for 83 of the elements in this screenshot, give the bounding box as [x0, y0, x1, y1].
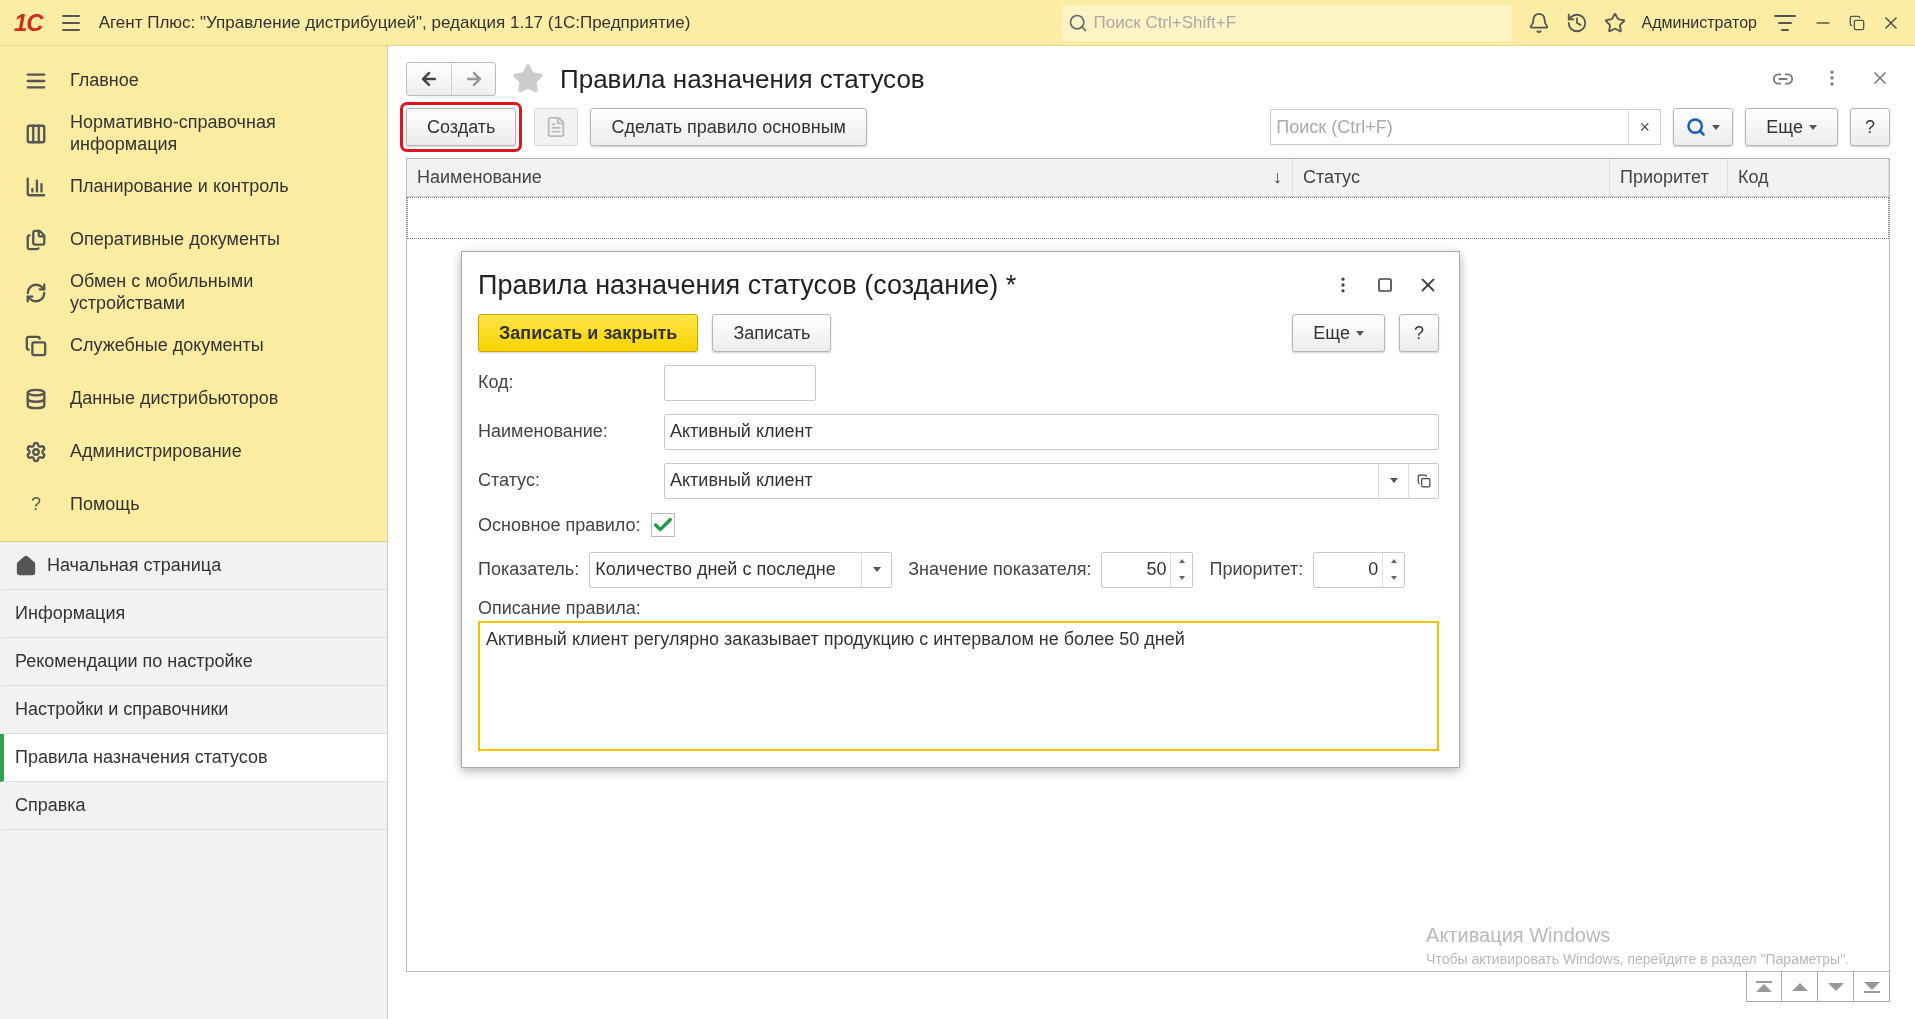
scroll-bottom-button[interactable] — [1854, 972, 1890, 1002]
section-item[interactable]: Главное — [0, 54, 387, 107]
database-icon — [25, 387, 47, 410]
scroll-down-button[interactable] — [1818, 972, 1854, 1002]
search-button[interactable] — [1673, 108, 1734, 146]
scroll-top-button[interactable] — [1746, 972, 1782, 1002]
up-arrow-icon — [1178, 559, 1185, 563]
settings-icon — [25, 440, 47, 463]
logo[interactable]: 1С — [14, 8, 43, 37]
documents-icon — [25, 228, 47, 251]
column-header[interactable]: Статус — [1293, 159, 1610, 196]
priority-field[interactable]: 0 — [1313, 551, 1406, 588]
caret-icon — [1356, 330, 1364, 336]
field-label: Показатель: — [478, 559, 580, 580]
down-arrow-icon — [1390, 576, 1397, 580]
name-field[interactable]: Активный клиент — [664, 413, 1439, 450]
description-field[interactable]: Активный клиент регулярно заказывает продукцию с интервалом не более 50 дней — [478, 621, 1439, 751]
code-field[interactable] — [664, 364, 816, 401]
caret-icon — [1809, 124, 1817, 130]
star-icon[interactable] — [512, 63, 544, 95]
page-title: Правила назначения статусов — [560, 63, 925, 95]
activation-text: Чтобы активировать Windows, перейдите в раздел "Параметры". — [1426, 951, 1849, 967]
search-icon — [1067, 12, 1088, 33]
maximize-icon[interactable] — [1377, 277, 1393, 293]
status-field[interactable]: Активный клиент — [664, 462, 1439, 499]
help-icon: ? — [31, 493, 41, 516]
activation-title: Активация Windows — [1426, 924, 1612, 947]
more-button[interactable]: Еще — [1292, 314, 1385, 352]
field-label: Статус: — [478, 470, 541, 491]
section-item[interactable]: Обмен с мобильными устройствами — [0, 266, 387, 319]
make-main-button[interactable]: Сделать правило основным — [590, 108, 867, 146]
field-label: Описание правила: — [478, 598, 642, 619]
table-row[interactable] — [407, 197, 1889, 239]
arrow-top-icon — [1754, 979, 1774, 994]
field-label: Значение показателя: — [908, 559, 1092, 580]
columns-icon — [25, 122, 47, 145]
open-button[interactable] — [1408, 463, 1438, 498]
indicator-value-field[interactable]: 50 — [1101, 551, 1194, 588]
bar-chart-icon — [25, 175, 47, 198]
search-field[interactable]: Поиск (Ctrl+F) × — [1270, 109, 1662, 145]
column-header[interactable]: Наименование ↓ — [407, 159, 1293, 196]
field-label: Приоритет: — [1209, 559, 1304, 580]
bell-icon[interactable] — [1527, 11, 1550, 34]
down-arrow-icon — [1178, 576, 1185, 580]
scroll-up-button[interactable] — [1782, 972, 1818, 1002]
caret-icon — [872, 567, 881, 572]
user-name[interactable]: Администратор — [1641, 13, 1757, 32]
arrow-bottom-icon — [1861, 979, 1882, 994]
window-title: Агент Плюс: "Управление дистрибуцией", редакция 1.17 (1С:Предприятие) — [98, 12, 691, 33]
section-item[interactable]: Данные дистрибьюторов — [0, 372, 387, 425]
refresh-icon — [25, 281, 47, 304]
more-button[interactable]: Еще — [1745, 108, 1838, 146]
dialog-title: Правила назначения статусов (создание) * — [478, 269, 1017, 301]
star-icon[interactable] — [1603, 11, 1626, 34]
search-icon — [1686, 117, 1707, 137]
caret-icon — [1712, 124, 1721, 130]
indicator-field[interactable]: Количество дней с последне — [589, 551, 893, 588]
sort-mark: ↓ — [1273, 167, 1282, 188]
section-item[interactable]: Служебные документы — [0, 319, 387, 372]
section-item[interactable]: Нормативно-справочная информация — [0, 107, 387, 160]
create-button[interactable]: Создать — [406, 108, 517, 146]
home-icon — [15, 554, 37, 577]
column-header[interactable]: Приоритет — [1610, 159, 1728, 196]
main-rule-checkbox[interactable] — [650, 513, 675, 537]
copy-icon — [25, 334, 47, 357]
save-close-button[interactable]: Записать и закрыть — [478, 314, 699, 352]
column-header[interactable]: Код — [1728, 159, 1889, 196]
restore-icon[interactable] — [1849, 14, 1865, 31]
field-label: Код: — [478, 372, 515, 393]
field-label: Основное правило: — [478, 514, 641, 536]
caret-icon — [1389, 478, 1398, 483]
section-item[interactable]: Администрирование — [0, 425, 387, 478]
history-icon[interactable] — [1565, 11, 1588, 34]
section-item[interactable]: Оперативные документы — [0, 213, 387, 266]
open-window-icon — [1416, 473, 1431, 488]
section-item[interactable]: Планирование и контроль — [0, 160, 387, 213]
field-label: Наименование: — [478, 421, 609, 442]
save-button[interactable]: Записать — [712, 314, 832, 352]
open-page-item[interactable]: Правила назначения статусов — [0, 734, 387, 782]
up-arrow-icon — [1390, 559, 1397, 563]
section-item[interactable]: ? Помощь — [0, 478, 387, 531]
help-button[interactable]: ? — [1399, 314, 1439, 352]
help-button[interactable]: ? — [1850, 108, 1890, 146]
